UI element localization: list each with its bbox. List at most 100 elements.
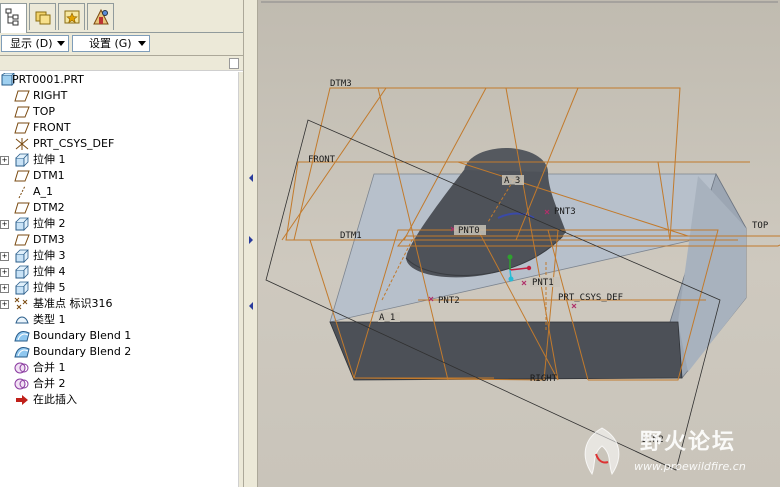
tree-item[interactable]: + 拉伸 5 <box>0 280 238 296</box>
datum-plane-icon <box>14 233 30 247</box>
label-right: RIGHT <box>530 374 558 384</box>
settings-dropdown-button[interactable]: 设置 (G) <box>72 35 150 52</box>
model-render[interactable]: DTM3 FRONT DTM1 TOP A_1 RIGHT DTM2 A_3 P… <box>258 0 780 487</box>
watermark: 野火论坛 www.proewildfire.cn <box>572 420 776 484</box>
settings-dropdown-label: 设置 (G) <box>89 37 132 50</box>
tree-item-label: TOP <box>33 105 56 118</box>
extrude-icon <box>14 265 30 279</box>
expand-toggle-icon[interactable]: + <box>0 268 9 277</box>
tree-item-label: 合并 1 <box>33 361 66 374</box>
datum-plane-icon <box>14 105 30 119</box>
model-tree-panel: 显示 (D) 设置 (G) PRT0001.PRT RIGHT TOP FRONT PR… <box>0 0 244 487</box>
merge-icon <box>14 377 30 391</box>
tree-item[interactable]: DTM2 <box>0 200 238 216</box>
label-pnt1: PNT1 <box>532 278 554 288</box>
tree-item-label: A_1 <box>33 185 54 198</box>
connections-icon <box>93 8 109 25</box>
tree-item[interactable]: 合并 1 <box>0 360 238 376</box>
tree-item[interactable]: 类型 1 <box>0 312 238 328</box>
datum-plane-icon <box>14 169 30 183</box>
chevron-down-icon <box>57 41 65 46</box>
expand-toggle-icon[interactable]: + <box>0 156 9 165</box>
datum-plane-icon <box>14 201 30 215</box>
tree-item-label: DTM1 <box>33 169 65 182</box>
show-dropdown-button[interactable]: 显示 (D) <box>1 35 69 52</box>
chevron-down-icon <box>138 41 146 46</box>
extrude-icon <box>14 281 30 295</box>
tree-item[interactable]: TOP <box>0 104 238 120</box>
tree-item-label: DTM3 <box>33 233 65 246</box>
label-pnt2: PNT2 <box>438 296 460 306</box>
show-dropdown-label: 显示 (D) <box>10 37 53 50</box>
tree-item-label: FRONT <box>33 121 71 134</box>
tab-folder-browser[interactable] <box>29 3 56 30</box>
model-tree-icon <box>5 8 19 26</box>
boundary-blend-icon <box>14 329 30 343</box>
tree-item[interactable]: A_1 <box>0 184 238 200</box>
boundary-blend-icon <box>14 345 30 359</box>
watermark-logo-icon <box>584 427 620 476</box>
tree-item[interactable]: + 拉伸 1 <box>0 152 238 168</box>
tree-toolbar: 显示 (D) 设置 (G) <box>0 33 243 56</box>
label-top: TOP <box>752 221 769 231</box>
expand-toggle-icon[interactable]: + <box>0 252 9 261</box>
navigator-tab-strip <box>0 0 243 33</box>
expand-right-arrow-icon[interactable] <box>249 236 253 244</box>
model-tree: PRT0001.PRT RIGHT TOP FRONT PRT_CSYS_DEF + 拉伸 … <box>0 72 238 487</box>
collapse-left-arrow-icon[interactable] <box>249 174 253 182</box>
tree-item-label: 合并 2 <box>33 377 66 390</box>
tree-item[interactable]: RIGHT <box>0 88 238 104</box>
extrude-icon <box>14 217 30 231</box>
tree-item-label: 拉伸 3 <box>33 249 66 262</box>
graphics-viewport[interactable]: DTM3 FRONT DTM1 TOP A_1 RIGHT DTM2 A_3 P… <box>258 0 780 487</box>
label-dtm1: DTM1 <box>340 231 362 241</box>
tab-favorites[interactable] <box>58 3 85 30</box>
tree-item[interactable]: Boundary Blend 2 <box>0 344 238 360</box>
label-pnt3: PNT3 <box>554 207 576 217</box>
expand-toggle-icon[interactable]: + <box>0 284 9 293</box>
insert-here-arrow-icon <box>14 393 30 407</box>
tree-item[interactable]: + 拉伸 2 <box>0 216 238 232</box>
label-a3: A_3 <box>504 176 520 186</box>
tree-item[interactable]: + 拉伸 4 <box>0 264 238 280</box>
tree-item[interactable]: DTM3 <box>0 232 238 248</box>
tab-model-tree[interactable] <box>0 3 27 33</box>
merge-icon <box>14 361 30 375</box>
tree-item-label: 拉伸 1 <box>33 153 66 166</box>
column-toggle-button[interactable] <box>229 58 239 69</box>
tab-connections[interactable] <box>87 3 114 30</box>
panel-splitter[interactable] <box>243 0 258 487</box>
tree-item-label: 拉伸 2 <box>33 217 66 230</box>
datum-point-icon <box>14 297 30 311</box>
tree-item-label: 拉伸 4 <box>33 265 66 278</box>
expand-toggle-icon[interactable]: + <box>0 300 9 309</box>
tree-item[interactable]: 在此插入 <box>0 392 238 408</box>
label-a1: A_1 <box>379 313 395 323</box>
label-dtm3: DTM3 <box>330 79 352 89</box>
folder-browser-icon <box>35 11 51 25</box>
tree-item[interactable]: PRT_CSYS_DEF <box>0 136 238 152</box>
tree-item-label: RIGHT <box>33 89 68 102</box>
watermark-title: 野火论坛 <box>640 430 737 455</box>
tree-item-label: 拉伸 5 <box>33 281 66 294</box>
boundary-type-icon <box>14 313 30 327</box>
coordinate-system-icon <box>14 137 30 151</box>
collapse-left-arrow-icon[interactable] <box>249 302 253 310</box>
tree-item-label: PRT_CSYS_DEF <box>33 137 115 150</box>
tree-item[interactable]: + 基准点 标识316 <box>0 296 238 312</box>
tree-item[interactable]: + 拉伸 3 <box>0 248 238 264</box>
tree-item[interactable]: DTM1 <box>0 168 238 184</box>
expand-toggle-icon[interactable]: + <box>0 220 9 229</box>
favorites-icon <box>64 10 80 24</box>
label-pnt0: PNT0 <box>458 226 480 236</box>
tree-item[interactable]: 合并 2 <box>0 376 238 392</box>
tree-item-label: Boundary Blend 1 <box>33 329 132 342</box>
datum-plane-icon <box>14 89 30 103</box>
tree-item[interactable]: PRT0001.PRT <box>0 72 238 88</box>
tree-item[interactable]: FRONT <box>0 120 238 136</box>
datum-axis-icon <box>14 185 30 199</box>
tree-item[interactable]: Boundary Blend 1 <box>0 328 238 344</box>
tree-item-label: Boundary Blend 2 <box>33 345 132 358</box>
tree-column-strip <box>0 56 243 71</box>
tree-item-label: PRT0001.PRT <box>12 73 84 86</box>
